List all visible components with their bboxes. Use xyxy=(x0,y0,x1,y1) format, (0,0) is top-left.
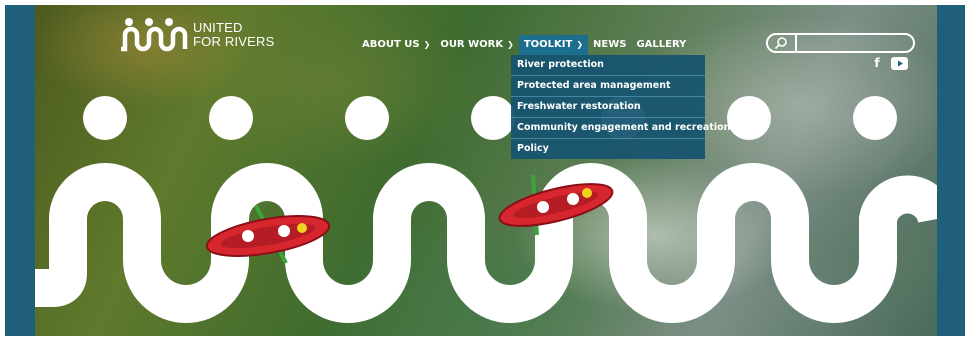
nav-about-us[interactable]: ABOUT US ❯ xyxy=(357,35,435,55)
menu-item-protected-area-management[interactable]: Protected area management xyxy=(511,76,705,97)
hero-banner: UNITED FOR RIVERS ABOUT US ❯ OUR WORK ❯ … xyxy=(35,5,937,336)
nav-news-label: NEWS xyxy=(593,39,627,50)
chevron-down-icon: ❯ xyxy=(507,40,514,49)
chevron-down-icon: ❯ xyxy=(423,40,431,49)
nav-gallery-label: GALLERY xyxy=(636,39,687,50)
social-links: f xyxy=(871,56,908,70)
nav-gallery[interactable]: GALLERY xyxy=(631,35,691,55)
facebook-icon[interactable]: f xyxy=(871,56,883,70)
nav-our-work-label: OUR WORK xyxy=(440,39,504,50)
nav-toolkit-label: TOOLKIT xyxy=(523,39,573,50)
youtube-icon[interactable] xyxy=(891,56,908,70)
nav-toolkit[interactable]: TOOLKIT ❯ xyxy=(518,35,589,55)
menu-item-freshwater-restoration[interactable]: Freshwater restoration xyxy=(511,97,705,118)
chevron-down-icon: ❯ xyxy=(576,40,584,49)
search-box xyxy=(766,33,915,53)
logo-mark-icon xyxy=(121,18,188,52)
nav-our-work[interactable]: OUR WORK ❯ xyxy=(435,35,519,55)
page-frame: UNITED FOR RIVERS ABOUT US ❯ OUR WORK ❯ … xyxy=(5,5,965,336)
kayak-right-image xyxy=(498,174,614,236)
menu-item-river-protection[interactable]: River protection xyxy=(511,55,705,76)
nav-about-us-label: ABOUT US xyxy=(362,39,420,50)
toolkit-dropdown-menu: River protection Protected area manageme… xyxy=(511,55,730,159)
nav-news[interactable]: NEWS xyxy=(588,35,631,55)
kayak-left-image xyxy=(205,205,331,264)
search-input[interactable] xyxy=(800,35,908,51)
search-divider xyxy=(795,35,797,51)
main-nav: ABOUT US ❯ OUR WORK ❯ TOOLKIT ❯ NEWS GAL… xyxy=(357,35,691,55)
menu-item-policy[interactable]: Policy xyxy=(511,139,705,159)
search-icon[interactable] xyxy=(774,36,788,50)
logo-text: UNITED FOR RIVERS xyxy=(193,20,275,49)
united-for-rivers-logo[interactable]: UNITED FOR RIVERS xyxy=(119,17,274,53)
menu-item-community-engagement[interactable]: Community engagement and recreation xyxy=(511,118,730,139)
